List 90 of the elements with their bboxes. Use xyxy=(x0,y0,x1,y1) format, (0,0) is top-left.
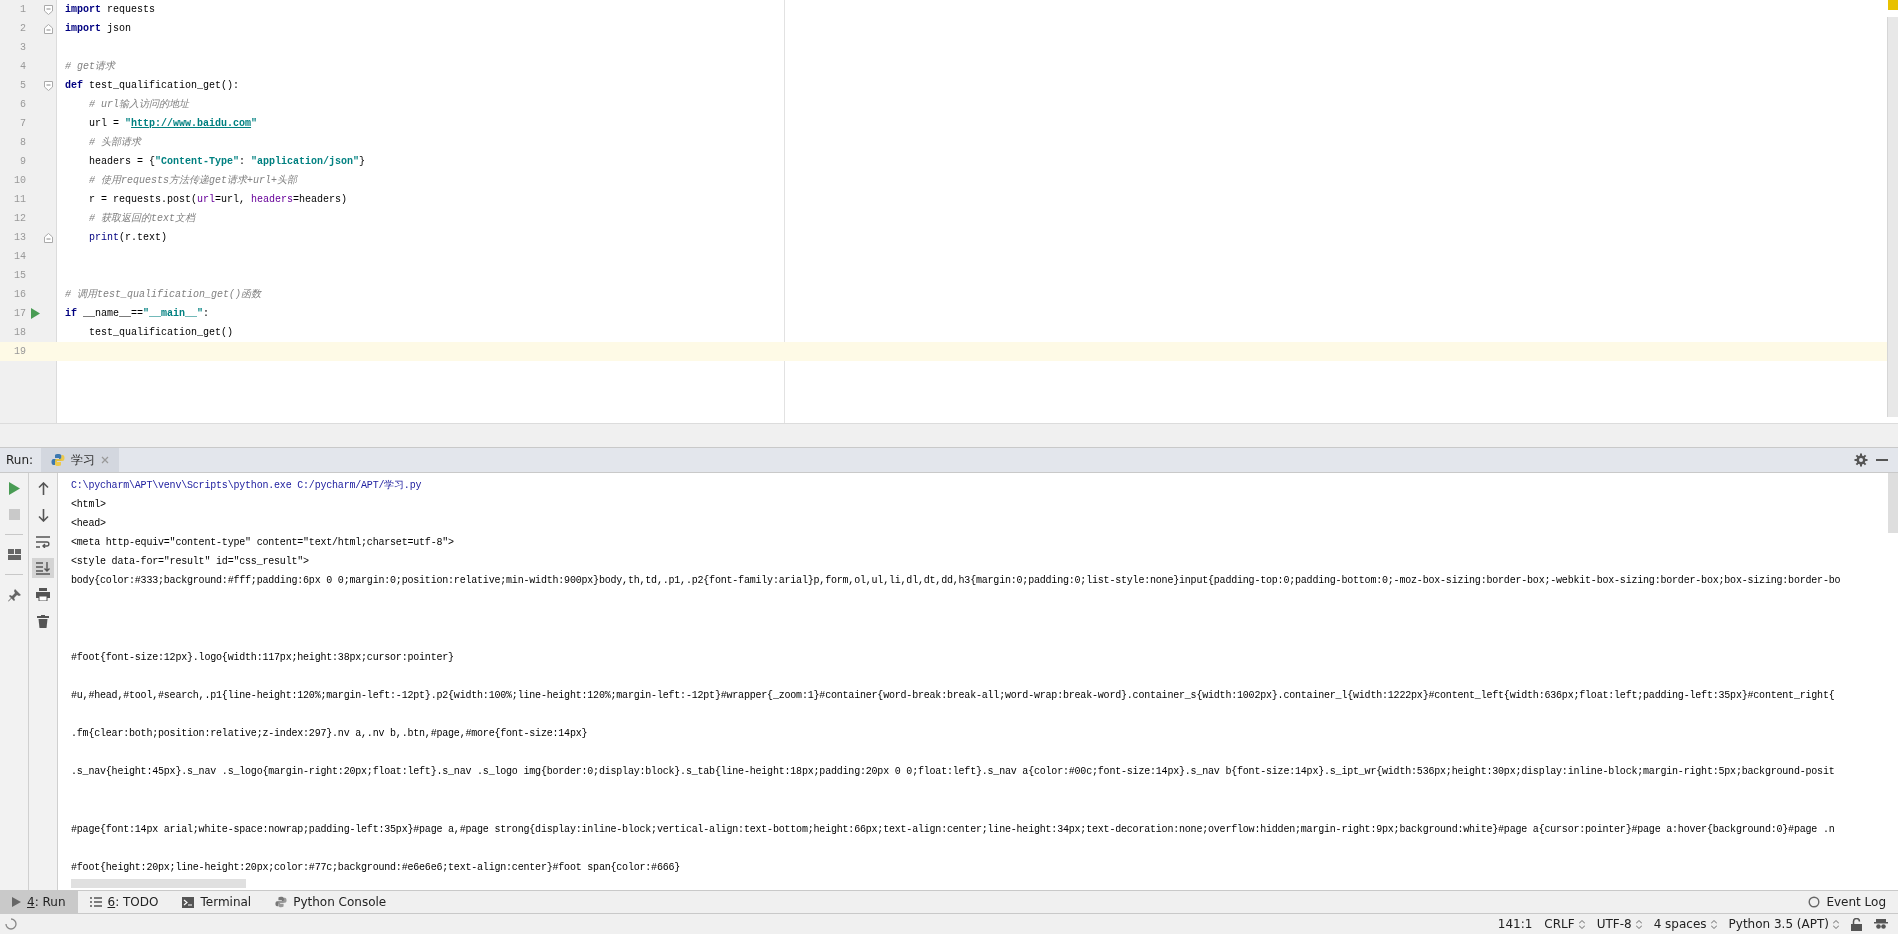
soft-wrap-icon[interactable] xyxy=(36,536,50,548)
scrollbar[interactable] xyxy=(1887,17,1898,417)
console-line: .fm{clear:both;position:relative;z-index:297}.nv a,.nv b,.btn,#page,#more{font-size:14px} xyxy=(71,727,589,742)
fold-icon[interactable] xyxy=(44,80,53,91)
fold-icon[interactable] xyxy=(44,4,53,15)
code-line: if __name__=="__main__": xyxy=(64,307,210,321)
fold-icon[interactable] xyxy=(44,23,53,34)
line-number: 15 xyxy=(13,270,26,281)
progress-icon xyxy=(5,918,17,930)
status-item[interactable]: 4 spaces xyxy=(1653,917,1717,931)
console-line: #u,#head,#tool,#search,.p1{line-height:120%;margin-left:-12pt}.p2{width:100%;line-height:120%;margin-left:-12pt}#wrapper{_zoom:1}#container{word-break:break-all;word-wrap:break-word}.container_s{width:1002px}.container_l{width:1222px}#content_left{width:636px;float:left;padding-left:35px}#content_right{ xyxy=(71,689,1836,704)
run-icon[interactable] xyxy=(8,482,20,495)
code-line: url = "http://www.baidu.com" xyxy=(88,117,258,131)
tool-window-tab[interactable]: 4: Run xyxy=(0,891,78,913)
up-down-icon xyxy=(1833,919,1839,929)
console-line: .s_nav{height:45px}.s_nav .s_logo{margin-right:20px;float:left}.s_nav .s_logo img{border:0;display:block}.s_tab{line-height:18px;padding:20px 0 0;float:left}.s_nav a{color:#00c;font-size:14px}.s_nav b{font-size:14px}.s_ipt_wr{width:536px;height:30px;display:inline-block;margin-right:5px;background-posit xyxy=(71,765,1836,780)
fold-icon[interactable] xyxy=(44,232,53,243)
console-line: #foot{font-size:12px}.logo{width:117px;height:38px;cursor:pointer} xyxy=(71,650,455,665)
line-number: 17 xyxy=(13,308,26,319)
line-number: 8 xyxy=(19,137,26,148)
line-number: 3 xyxy=(19,42,26,53)
line-number: 1 xyxy=(19,4,26,15)
up-down-icon xyxy=(1578,919,1585,929)
console-line: C:\pycharm\APT\venv\Scripts\python.exe C:/pycharm/APT/学习.py xyxy=(71,479,423,493)
list-icon xyxy=(89,897,102,907)
trash-icon[interactable] xyxy=(37,615,49,628)
scroll-to-end-button[interactable] xyxy=(32,558,54,578)
line-number: 11 xyxy=(13,194,26,205)
line-number: 6 xyxy=(19,99,26,110)
code-line: import json xyxy=(64,22,132,36)
line-number: 12 xyxy=(13,213,26,224)
up-down-icon xyxy=(1635,919,1642,929)
play-icon xyxy=(12,897,21,907)
tool-window-tab[interactable]: 6: TODO xyxy=(77,891,171,913)
event-log-icon xyxy=(1808,896,1821,908)
up-arrow-icon[interactable] xyxy=(37,482,49,495)
line-number: 18 xyxy=(13,327,26,338)
line-number: 19 xyxy=(13,346,26,357)
pin-icon[interactable] xyxy=(7,589,21,602)
code-line: # 头部请求 xyxy=(88,135,141,150)
terminal-icon xyxy=(182,896,195,908)
run-tab[interactable]: 学习 xyxy=(41,448,120,472)
code-line: print(r.text) xyxy=(88,231,168,245)
code-line: r = requests.post(url=url, headers=headers) xyxy=(88,193,348,207)
code-line: # get请求 xyxy=(64,60,115,74)
panel-title: Run: xyxy=(6,453,34,467)
settings-icon[interactable] xyxy=(1854,453,1868,467)
status-item[interactable]: 141:1 xyxy=(1497,917,1533,931)
code-line: # 调用test_qualification_get()函数 xyxy=(64,288,262,302)
console-line: #foot{height:20px;line-height:20px;color:#77c;background:#e6e6e6;text-align:center}#foot span{color:#666} xyxy=(71,860,682,875)
line-number: 16 xyxy=(13,289,26,300)
python-icon xyxy=(275,896,288,908)
line-number: 14 xyxy=(13,251,26,262)
status-item[interactable]: CRLF xyxy=(1544,917,1585,931)
status-item[interactable]: UTF-8 xyxy=(1596,917,1642,931)
up-down-icon xyxy=(1710,919,1717,929)
console-line: <head> xyxy=(71,517,107,532)
layout-icon[interactable] xyxy=(7,549,21,560)
tool-window-tab[interactable]: Python Console xyxy=(263,891,399,913)
console-line: body{color:#333;background:#fff;padding:6px 0 0;margin:0;position:relative;min-width:900px}body,th,td,.p1,.p2{font-family:arial}p,form,ol,ul,li,dl,dt,dd,h3{margin:0;padding:0;list-style:none}input{padding-top:0;padding-bottom:0;-moz-box-sizing:border-box;-webkit-box-sizing:border-box;box-sizing:border-bo xyxy=(71,574,1842,589)
code-line: # 使用requests方法传递get请求+url+头部 xyxy=(88,173,298,188)
status-item[interactable]: Python 3.5 (APT) xyxy=(1728,917,1839,931)
down-arrow-icon[interactable] xyxy=(37,509,49,522)
code-line: # 获取返回的text文档 xyxy=(88,211,195,226)
inspector-icon[interactable] xyxy=(1874,917,1888,931)
line-number: 7 xyxy=(19,118,26,129)
code-line: def test_qualification_get(): xyxy=(64,79,240,93)
console-line: <html> xyxy=(71,498,107,513)
event-log-button[interactable]: Event Log xyxy=(1796,891,1898,913)
code-line: test_qualification_get() xyxy=(88,326,234,340)
line-number: 9 xyxy=(19,156,26,167)
tool-window-tab[interactable]: Terminal xyxy=(170,891,264,913)
python-icon xyxy=(51,453,66,467)
line-number: 10 xyxy=(13,175,26,186)
code-line: import requests xyxy=(64,3,156,17)
code-line: # url输入访问的地址 xyxy=(88,97,189,112)
line-number: 4 xyxy=(19,61,26,72)
print-icon[interactable] xyxy=(36,588,50,601)
scrollbar[interactable] xyxy=(1888,473,1898,533)
line-number: 2 xyxy=(19,23,26,34)
code-line: headers = {"Content-Type": "application/json"} xyxy=(88,155,366,169)
line-number: 5 xyxy=(19,80,26,91)
run-icon[interactable] xyxy=(30,308,40,319)
close-icon[interactable] xyxy=(101,456,110,464)
console-line: <meta http-equiv="content-type" content="text/html;charset=utf-8"> xyxy=(71,536,455,551)
console-line: #page{font:14px arial;white-space:nowrap;padding-left:35px}#page a,#page strong{display:inline-block;vertical-align:text-bottom;height:66px;text-align:center;line-height:34px;text-decoration:none;overflow:hidden;margin-right:9px;background:white}#page a{cursor:pointer}#page a:hover{background:0}#page .n xyxy=(71,822,1836,837)
lock-icon[interactable] xyxy=(1851,917,1862,931)
line-number: 13 xyxy=(13,232,26,243)
console-line: <style data-for="result" id="css_result"> xyxy=(71,555,310,570)
scrollbar[interactable] xyxy=(71,879,246,888)
